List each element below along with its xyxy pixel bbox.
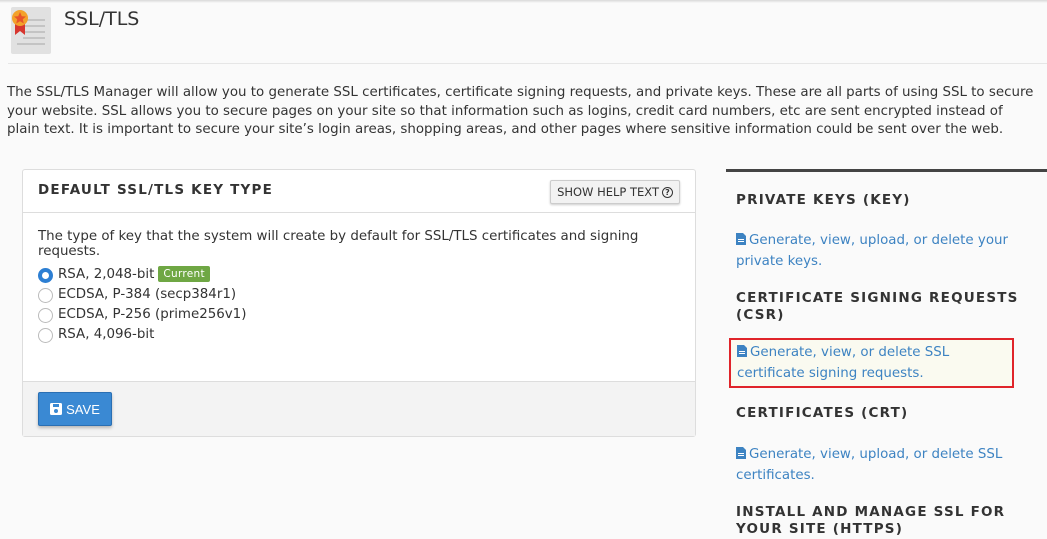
save-label: SAVE bbox=[66, 401, 100, 417]
radio-button[interactable] bbox=[38, 328, 53, 343]
file-icon bbox=[736, 447, 746, 459]
file-icon bbox=[737, 345, 747, 357]
top-shadow bbox=[0, 0, 1047, 3]
radio-option-ecdsa-p384[interactable]: ECDSA, P-384 (secp384r1) bbox=[38, 284, 680, 304]
certificate-icon bbox=[11, 7, 51, 54]
option-label: RSA, 2,048-bit bbox=[58, 266, 155, 282]
panel-header: DEFAULT SSL/TLS KEY TYPE SHOW HELP TEXT … bbox=[23, 170, 695, 213]
show-help-text-button[interactable]: SHOW HELP TEXT ? bbox=[550, 180, 680, 204]
radio-button[interactable] bbox=[38, 268, 53, 283]
radio-button[interactable] bbox=[38, 288, 53, 303]
private-keys-heading: PRIVATE KEYS (KEY) bbox=[736, 192, 911, 208]
page-header: SSL/TLS bbox=[8, 6, 1047, 64]
csr-link[interactable]: Generate, view, or delete SSL certificat… bbox=[729, 338, 1014, 388]
link-text: Generate, view, upload, or delete SSL ce… bbox=[736, 447, 1003, 483]
help-button-label: SHOW HELP TEXT bbox=[557, 185, 659, 199]
intro-text: The SSL/TLS Manager will allow you to ge… bbox=[7, 85, 1034, 137]
radio-button[interactable] bbox=[38, 308, 53, 323]
link-text: Generate, view, upload, or delete your p… bbox=[736, 233, 1009, 269]
sidebar: PRIVATE KEYS (KEY) Generate, view, uploa… bbox=[726, 169, 1047, 539]
current-badge: Current bbox=[158, 266, 210, 282]
page-title: SSL/TLS bbox=[64, 8, 140, 30]
question-circle-icon: ? bbox=[662, 186, 673, 198]
floppy-disk-icon bbox=[50, 403, 63, 415]
csr-heading: CERTIFICATE SIGNING REQUESTS (CSR) bbox=[736, 290, 1019, 323]
option-label: ECDSA, P-256 (prime256v1) bbox=[58, 306, 247, 322]
certificates-link[interactable]: Generate, view, upload, or delete SSL ce… bbox=[736, 444, 1026, 486]
link-text: Generate, view, or delete SSL certificat… bbox=[737, 345, 950, 381]
certificates-heading: CERTIFICATES (CRT) bbox=[736, 405, 909, 421]
default-key-type-panel: DEFAULT SSL/TLS KEY TYPE SHOW HELP TEXT … bbox=[22, 169, 696, 437]
option-label: ECDSA, P-384 (secp384r1) bbox=[58, 286, 237, 302]
file-icon bbox=[736, 233, 746, 245]
option-label: RSA, 4,096-bit bbox=[58, 326, 155, 342]
panel-title: DEFAULT SSL/TLS KEY TYPE bbox=[38, 182, 274, 198]
radio-option-rsa-2048[interactable]: RSA, 2,048-bit Current bbox=[38, 264, 680, 284]
save-button[interactable]: SAVE bbox=[38, 392, 112, 426]
key-type-description: The type of key that the system will cre… bbox=[38, 229, 639, 259]
panel-body: The type of key that the system will cre… bbox=[23, 213, 695, 381]
install-ssl-heading: INSTALL AND MANAGE SSL FOR YOUR SITE (HT… bbox=[736, 504, 1006, 537]
radio-option-rsa-4096[interactable]: RSA, 4,096-bit bbox=[38, 324, 680, 344]
private-keys-link[interactable]: Generate, view, upload, or delete your p… bbox=[736, 230, 1026, 272]
radio-option-ecdsa-p256[interactable]: ECDSA, P-256 (prime256v1) bbox=[38, 304, 680, 324]
panel-footer: SAVE bbox=[23, 381, 695, 436]
